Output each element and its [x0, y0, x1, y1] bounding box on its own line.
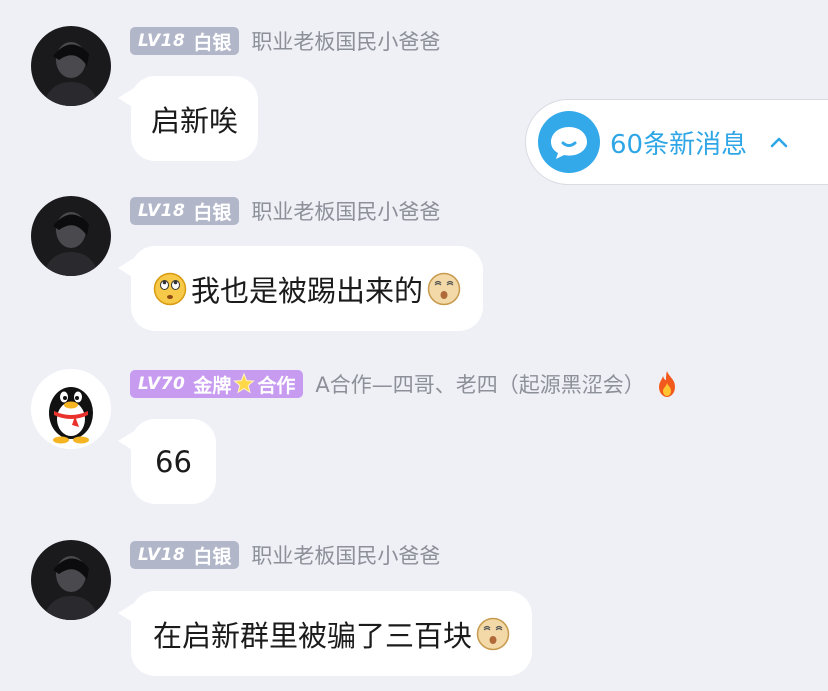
chat-bubble-icon — [538, 111, 600, 173]
level-label: LV18 — [138, 31, 186, 51]
message-text: 我也是被踢出来的 — [191, 273, 424, 308]
message-bubble[interactable]: 在启新群里被骗了三百块 — [117, 591, 533, 676]
title-label: 合作 — [257, 374, 296, 397]
level-badge[interactable]: LV70 金牌 合作 — [130, 370, 304, 398]
title-label: 白银 — [193, 545, 232, 568]
title-label: 白银 — [193, 31, 232, 54]
level-label: LV70 — [138, 374, 186, 394]
level-badge[interactable]: LV18 白银 — [130, 197, 240, 225]
dark-avatar-icon — [31, 196, 111, 276]
sender-nickname[interactable]: 职业老板国民小爸爸 — [251, 196, 440, 226]
sender-meta: LV18 白银 职业老板国民小爸爸 — [130, 540, 440, 570]
rolling-eyes-emoji — [153, 272, 187, 305]
level-badge[interactable]: LV18 白银 — [130, 541, 240, 569]
sender-nickname[interactable]: A合作—四哥、老四（起源黑涩会） — [315, 369, 644, 399]
level-label: LV18 — [138, 201, 186, 221]
level-label: LV18 — [138, 545, 186, 565]
new-messages-label: 60条新消息 — [610, 129, 748, 160]
new-messages-button[interactable]: 60条新消息 — [525, 99, 828, 185]
title-label: 白银 — [193, 201, 232, 224]
sender-meta: LV18 白银 职业老板国民小爸爸 — [130, 26, 440, 56]
sender-nickname[interactable]: 职业老板国民小爸爸 — [251, 26, 440, 56]
star-icon — [233, 372, 256, 394]
avatar[interactable] — [31, 369, 111, 449]
avatar[interactable] — [31, 26, 111, 106]
message-text: 在启新群里被骗了三百块 — [153, 618, 473, 653]
message-bubble[interactable]: 我也是被踢出来的 — [117, 246, 484, 331]
fire-icon — [658, 371, 675, 397]
qq-penguin-icon — [31, 369, 111, 449]
dizzy-face-emoji — [476, 617, 510, 650]
message-bubble[interactable]: 66 — [118, 419, 216, 504]
dark-avatar-icon — [31, 26, 111, 106]
level-badge[interactable]: LV18 白银 — [130, 27, 240, 55]
message-bubble[interactable]: 启新唉 — [117, 76, 259, 161]
avatar[interactable] — [31, 196, 111, 276]
message-text: 启新唉 — [151, 103, 239, 138]
sender-meta: LV70 金牌 合作 A合作—四哥、老四（起源黑涩会） — [130, 369, 679, 399]
dark-avatar-icon — [31, 540, 111, 620]
sender-nickname[interactable]: 职业老板国民小爸爸 — [251, 540, 440, 570]
chevron-up-icon — [770, 137, 788, 148]
title-label: 金牌 — [193, 374, 232, 397]
avatar[interactable] — [31, 540, 111, 620]
sender-meta: LV18 白银 职业老板国民小爸爸 — [130, 196, 440, 226]
dizzy-face-emoji — [427, 272, 461, 305]
message-text: 66 — [155, 444, 192, 479]
